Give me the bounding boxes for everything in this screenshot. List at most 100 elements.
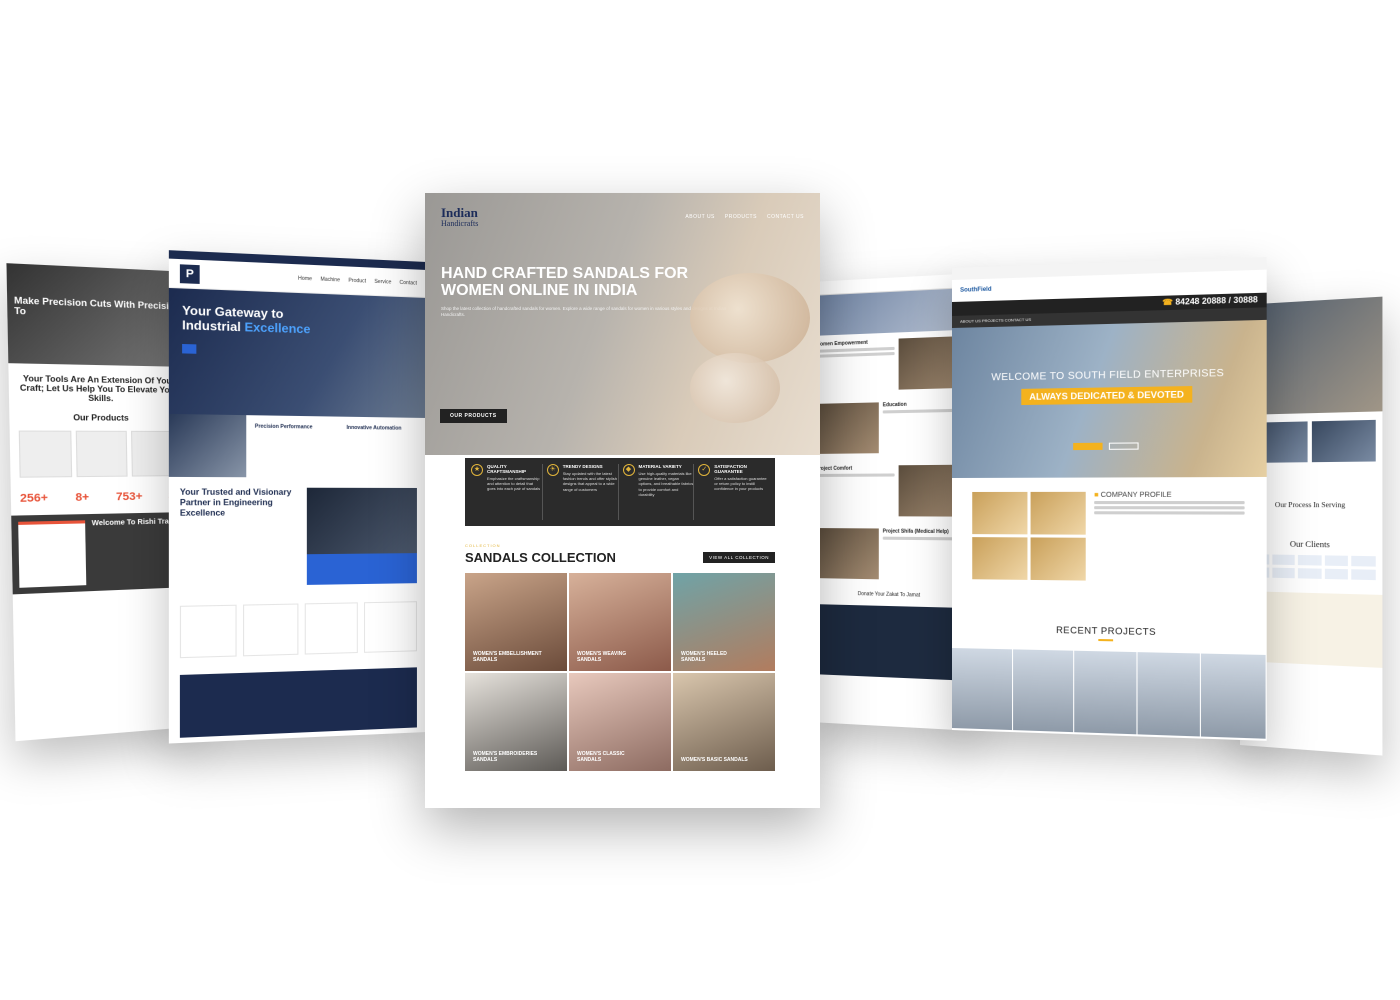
nav-link[interactable]: Product	[348, 277, 366, 284]
hero-title: WELCOME TO SOUTH FIELD ENTERPRISES	[991, 367, 1225, 384]
hero-banner: Indian Handicrafts ABOUT US PRODUCTS CON…	[425, 193, 820, 455]
recent-title: RECENT PROJECTS	[1056, 624, 1157, 638]
material-icon: ◆	[622, 464, 635, 476]
hero-title: Make Precision Cuts With Precision To	[13, 295, 181, 317]
collection-section: COLLECTION SANDALS COLLECTION VIEW ALL C…	[465, 543, 775, 771]
stat-value: 753+	[115, 490, 143, 504]
section-image	[815, 528, 879, 580]
precision-tools-site: Make Precision Cuts With Precision To Yo…	[6, 263, 195, 742]
feature-text: Use high-quality materials like genuine …	[638, 471, 694, 497]
donate-text: Donate Your Zakat To Jamat	[857, 591, 921, 599]
profile-icon: ■	[1094, 491, 1099, 499]
hero-button[interactable]	[1108, 442, 1139, 450]
partner-section: Your Trusted and Visionary Partner in En…	[169, 477, 427, 598]
profile-title: COMPANY PROFILE	[1100, 491, 1172, 499]
collection-kicker: COLLECTION	[465, 543, 501, 548]
nav-link[interactable]: ABOUT US	[685, 214, 714, 220]
engineering-site: P Home Machine Product Service Contact Y…	[168, 250, 428, 744]
banner	[810, 287, 971, 336]
footer	[810, 604, 971, 681]
southfield-site: SouthField ☎ 84248 20888 / 30888 ABOUT U…	[952, 257, 1267, 741]
product-thumbnails	[10, 426, 190, 482]
hero-button[interactable]	[1073, 442, 1103, 451]
service-cards	[169, 593, 427, 667]
nav-link[interactable]: Home	[298, 275, 312, 282]
phone-number[interactable]: 84248 20888 / 30888	[1175, 295, 1257, 307]
portfolio-stage: Make Precision Cuts With Precision To Yo…	[0, 0, 1400, 1000]
collection-title: SANDALS COLLECTION	[465, 550, 616, 565]
hero-line: Industrial	[182, 318, 241, 335]
hero-banner: Your Gateway to Industrial Excellence	[168, 287, 428, 418]
hero-description: Shop the latest collection of handcrafte…	[441, 305, 727, 317]
logo[interactable]: P	[179, 263, 200, 284]
stat-value: 256+	[19, 491, 49, 505]
feature-title: Innovative Automation	[346, 424, 402, 432]
collection-tile[interactable]: WOMEN'S WEAVING SANDALS	[569, 573, 671, 671]
hero-banner: WELCOME TO SOUTH FIELD ENTERPRISES ALWAY…	[952, 319, 1267, 478]
tile-label: WOMEN'S CLASSIC SANDALS	[577, 751, 625, 763]
hero-banner: Make Precision Cuts With Precision To	[6, 263, 188, 367]
our-products-button[interactable]: OUR PRODUCTS	[440, 409, 507, 423]
welcome-title: Welcome To Rishi Trad	[91, 518, 174, 528]
indian-handicrafts-site: Indian Handicrafts ABOUT US PRODUCTS CON…	[425, 193, 820, 808]
nav-link[interactable]: Machine	[320, 276, 340, 283]
bottom-image	[179, 667, 417, 738]
tile-label: WOMEN'S WEAVING SANDALS	[577, 651, 627, 663]
ngo-site: Women Empowerment Education Project Comf…	[810, 273, 971, 731]
feature-text: Offer a satisfaction guarantee or return…	[714, 476, 767, 492]
phone-icon: ☎	[1162, 297, 1173, 308]
company-profile: ■ COMPANY PROFILE	[952, 477, 1267, 597]
feature-text: Emphasize the craftsmanship and attentio…	[487, 476, 541, 492]
navbar: Indian Handicrafts ABOUT US PRODUCTS CON…	[441, 205, 804, 228]
sandal-image	[690, 353, 780, 423]
feature-image	[168, 413, 247, 478]
collection-tile[interactable]: WOMEN'S EMBELLISHMENT SANDALS	[465, 573, 567, 671]
profile-images	[972, 491, 1086, 581]
nav-link[interactable]: PRODUCTS	[725, 214, 757, 220]
nav-link[interactable]: CONTACT US	[767, 214, 804, 220]
hero-title: HAND CRAFTED SANDALS FOR WOMEN ONLINE IN…	[441, 265, 689, 299]
star-icon: ★	[471, 464, 483, 476]
welcome-band: Welcome To Rishi Trad	[11, 511, 192, 595]
collection-tile[interactable]: WOMEN'S HEELED SANDALS	[673, 573, 775, 671]
tile-label: WOMEN'S HEELED SANDALS	[681, 651, 727, 663]
tile-label: WOMEN'S EMBROIDERIES SANDALS	[473, 751, 538, 763]
feature-title: TRENDY DESIGNS	[562, 464, 603, 469]
collection-tile[interactable]: WOMEN'S BASIC SANDALS	[673, 673, 775, 771]
hero-highlight: Excellence	[244, 320, 311, 337]
project-images	[952, 648, 1267, 739]
feature-title: Precision Performance	[254, 423, 313, 431]
view-all-button[interactable]: VIEW ALL COLLECTION	[703, 552, 775, 563]
tile-label: WOMEN'S BASIC SANDALS	[681, 757, 748, 763]
logo[interactable]: SouthField	[960, 287, 991, 294]
hero-badge: ALWAYS DEDICATED & DEVOTED	[1021, 386, 1193, 406]
hero-button[interactable]	[182, 343, 197, 354]
collection-tile[interactable]: WOMEN'S CLASSIC SANDALS	[569, 673, 671, 771]
sandal-image	[690, 273, 810, 363]
partner-title: Your Trusted and Visionary Partner in En…	[179, 487, 292, 518]
stat-value: 8+	[75, 491, 90, 505]
products-title: Our Products	[73, 413, 129, 423]
stats-row: 256+ 8+ 753+ 3+	[11, 480, 191, 516]
feature-strip: Precision Performance Innovative Automat…	[168, 413, 427, 478]
nav-link[interactable]: Contact	[400, 279, 417, 286]
logo[interactable]: Indian Handicrafts	[441, 205, 478, 228]
section-title: Project Comfort	[815, 465, 853, 472]
check-icon: ✓	[698, 464, 711, 476]
feature-text: Stay updated with the latest fashion tre…	[562, 471, 617, 492]
section-image	[815, 402, 879, 454]
collection-tile[interactable]: WOMEN'S EMBROIDERIES SANDALS	[465, 673, 567, 771]
tile-label: WOMEN'S EMBELLISHMENT SANDALS	[473, 651, 542, 663]
welcome-card	[18, 520, 87, 588]
feature-title: SATISFACTION GUARANTEE	[714, 464, 747, 474]
trend-icon: ☀	[546, 464, 559, 476]
features-strip: ★ QUALITY CRAFTSMANSHIP Emphasize the craf…	[465, 458, 775, 526]
collection-grid: WOMEN'S EMBELLISHMENT SANDALS WOMEN'S WE…	[465, 573, 775, 771]
tagline: Your Tools Are An Extension Of Your Craf…	[19, 373, 179, 404]
nav-link[interactable]: Service	[374, 278, 391, 285]
hero-title: Your Gateway to Industrial Excellence	[182, 303, 311, 337]
feature-title: MATERIAL VARIETY	[638, 464, 682, 469]
feature-title: QUALITY CRAFTSMANSHIP	[487, 464, 526, 474]
recent-projects: RECENT PROJECTS	[952, 623, 1267, 645]
factory-image	[306, 487, 417, 585]
